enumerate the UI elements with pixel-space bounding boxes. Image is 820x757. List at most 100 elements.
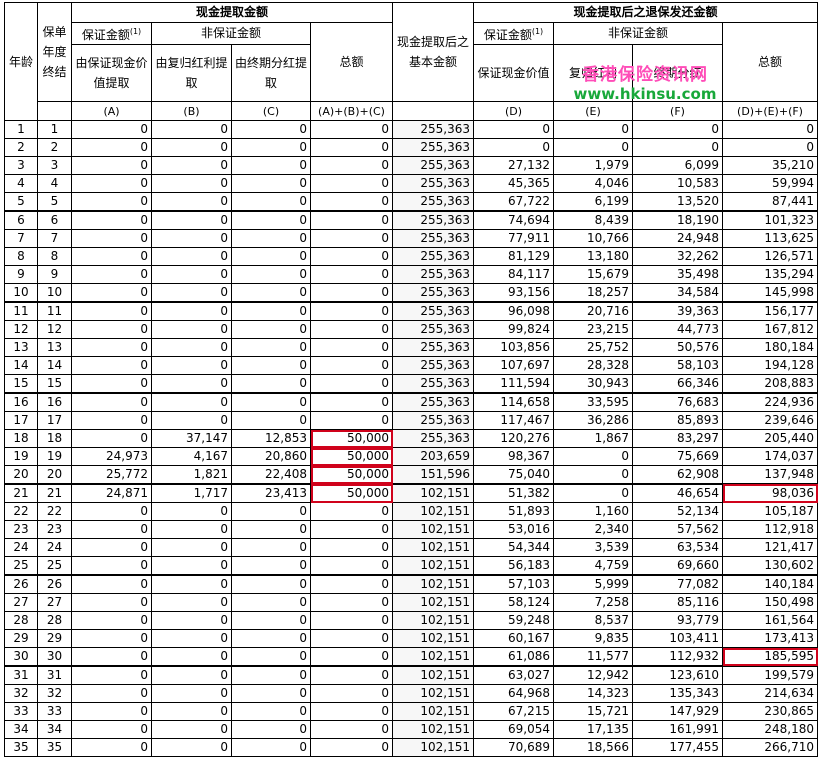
cell-col-f: 57,562 bbox=[632, 520, 724, 539]
cell-col-b: 0 bbox=[151, 556, 232, 576]
table-row: 2 2 0 0 0 0 255,363 0 0 0 0 bbox=[4, 138, 819, 157]
cell-basic-amount: 102,151 bbox=[392, 556, 475, 576]
header-after-withdraw-group: 现金提取后之退保发还金额 bbox=[473, 2, 819, 23]
cell-age: 19 bbox=[4, 447, 38, 466]
cell-age: 28 bbox=[4, 611, 38, 630]
abbr-a: (A) bbox=[71, 101, 152, 121]
cell-col-f: 0 bbox=[632, 120, 724, 139]
cell-surrender-total: 126,571 bbox=[722, 247, 819, 266]
cell-col-d: 0 bbox=[473, 138, 555, 157]
cell-col-d: 63,027 bbox=[473, 665, 555, 685]
table-row: 18 18 0 37,147 12,853 50,000 255,363 120,276 1,8… bbox=[4, 429, 819, 448]
cell-age: 3 bbox=[4, 156, 38, 175]
cell-col-b: 0 bbox=[151, 120, 232, 139]
cell-withdraw-total: 0 bbox=[309, 647, 394, 667]
cell-withdraw-total: 0 bbox=[309, 611, 394, 630]
cell-col-a: 0 bbox=[71, 210, 152, 230]
cell-policy-year: 32 bbox=[37, 684, 72, 703]
cell-col-c: 0 bbox=[231, 629, 311, 648]
cell-surrender-total: 113,625 bbox=[722, 229, 819, 248]
cell-col-b: 0 bbox=[151, 156, 232, 175]
cell-policy-year: 35 bbox=[37, 738, 72, 757]
table-row: 35 35 0 0 0 0 102,151 70,689 18,566 177,455 266,71… bbox=[4, 738, 819, 757]
cell-withdraw-total: 0 bbox=[309, 720, 394, 739]
cell-basic-amount: 255,363 bbox=[392, 320, 475, 339]
cell-col-f: 52,134 bbox=[632, 502, 724, 521]
cell-col-a: 0 bbox=[71, 538, 152, 557]
cell-col-d: 98,367 bbox=[473, 447, 555, 466]
cell-col-b: 0 bbox=[151, 301, 232, 321]
cell-col-f: 69,660 bbox=[632, 556, 724, 576]
cell-col-a: 0 bbox=[71, 120, 152, 139]
abbr-basic-blank bbox=[392, 101, 475, 121]
cell-col-b: 0 bbox=[151, 356, 232, 375]
table-row: 22 22 0 0 0 0 102,151 51,893 1,160 52,134 105,187 bbox=[4, 502, 819, 521]
cell-col-b: 37,147 bbox=[151, 429, 232, 448]
cell-col-e: 33,595 bbox=[553, 392, 634, 412]
cell-surrender-total: 194,128 bbox=[722, 356, 819, 375]
cell-col-f: 123,610 bbox=[632, 665, 724, 685]
cell-withdraw-total: 0 bbox=[309, 593, 394, 612]
cell-col-d: 99,824 bbox=[473, 320, 555, 339]
cell-col-f: 63,534 bbox=[632, 538, 724, 557]
cell-policy-year: 9 bbox=[37, 265, 72, 284]
cell-surrender-total: 180,184 bbox=[722, 338, 819, 357]
cell-surrender-total: 173,413 bbox=[722, 629, 819, 648]
cell-col-b: 0 bbox=[151, 411, 232, 430]
cell-col-f: 50,576 bbox=[632, 338, 724, 357]
cell-withdraw-total: 0 bbox=[309, 502, 394, 521]
cell-policy-year: 2 bbox=[37, 138, 72, 157]
cell-col-f: 112,932 bbox=[632, 647, 724, 667]
cell-col-a: 0 bbox=[71, 502, 152, 521]
cell-surrender-total: 230,865 bbox=[722, 702, 819, 721]
cell-withdraw-total: 0 bbox=[309, 574, 394, 594]
cell-basic-amount: 102,151 bbox=[392, 684, 475, 703]
abbr-abc: (A)+(B)+(C) bbox=[309, 101, 394, 121]
cell-col-d: 84,117 bbox=[473, 265, 555, 284]
cell-withdraw-total: 0 bbox=[309, 192, 394, 212]
cell-withdraw-total: 50,000 bbox=[309, 447, 394, 466]
cell-col-c: 0 bbox=[231, 229, 311, 248]
header-col-c: 由终期分红提取 bbox=[231, 44, 311, 102]
cell-age: 16 bbox=[4, 392, 38, 412]
header-total-2: 总额 bbox=[722, 22, 819, 102]
cell-col-a: 0 bbox=[71, 374, 152, 394]
table-row: 12 12 0 0 0 0 255,363 99,824 23,215 44,773 167,812 bbox=[4, 320, 819, 339]
cell-col-e: 13,180 bbox=[553, 247, 634, 266]
cell-surrender-total: 59,994 bbox=[722, 174, 819, 193]
cell-policy-year: 18 bbox=[37, 429, 72, 448]
cell-col-e: 20,716 bbox=[553, 301, 634, 321]
cell-policy-year: 23 bbox=[37, 520, 72, 539]
cell-col-e: 28,328 bbox=[553, 356, 634, 375]
cell-withdraw-total: 0 bbox=[309, 684, 394, 703]
cell-col-f: 24,948 bbox=[632, 229, 724, 248]
cell-age: 1 bbox=[4, 120, 38, 139]
cell-col-a: 0 bbox=[71, 720, 152, 739]
cell-age: 35 bbox=[4, 738, 38, 757]
cell-policy-year: 34 bbox=[37, 720, 72, 739]
cell-withdraw-total: 0 bbox=[309, 738, 394, 757]
cell-col-c: 22,408 bbox=[231, 465, 311, 485]
header-non-guaranteed: 非保证金额 bbox=[151, 22, 311, 45]
cell-surrender-total: 87,441 bbox=[722, 192, 819, 212]
cell-col-b: 4,167 bbox=[151, 447, 232, 466]
cell-age: 33 bbox=[4, 702, 38, 721]
cell-age: 34 bbox=[4, 720, 38, 739]
cell-col-a: 0 bbox=[71, 738, 152, 757]
cell-age: 4 bbox=[4, 174, 38, 193]
cell-surrender-total: 101,323 bbox=[722, 210, 819, 230]
cell-col-e: 0 bbox=[553, 447, 634, 466]
cell-col-a: 0 bbox=[71, 411, 152, 430]
cell-surrender-total: 150,498 bbox=[722, 593, 819, 612]
cell-col-d: 59,248 bbox=[473, 611, 555, 630]
cell-surrender-total: 98,036 bbox=[722, 483, 819, 503]
cell-basic-amount: 102,151 bbox=[392, 720, 475, 739]
cell-surrender-total: 112,918 bbox=[722, 520, 819, 539]
header-col-a: 由保证现金价值提取 bbox=[71, 44, 152, 102]
cell-col-d: 51,382 bbox=[473, 483, 555, 503]
abbr-blank bbox=[37, 101, 72, 121]
cell-surrender-total: 35,210 bbox=[722, 156, 819, 175]
cell-surrender-total: 137,948 bbox=[722, 465, 819, 485]
cell-col-b: 0 bbox=[151, 702, 232, 721]
cell-col-c: 0 bbox=[231, 174, 311, 193]
